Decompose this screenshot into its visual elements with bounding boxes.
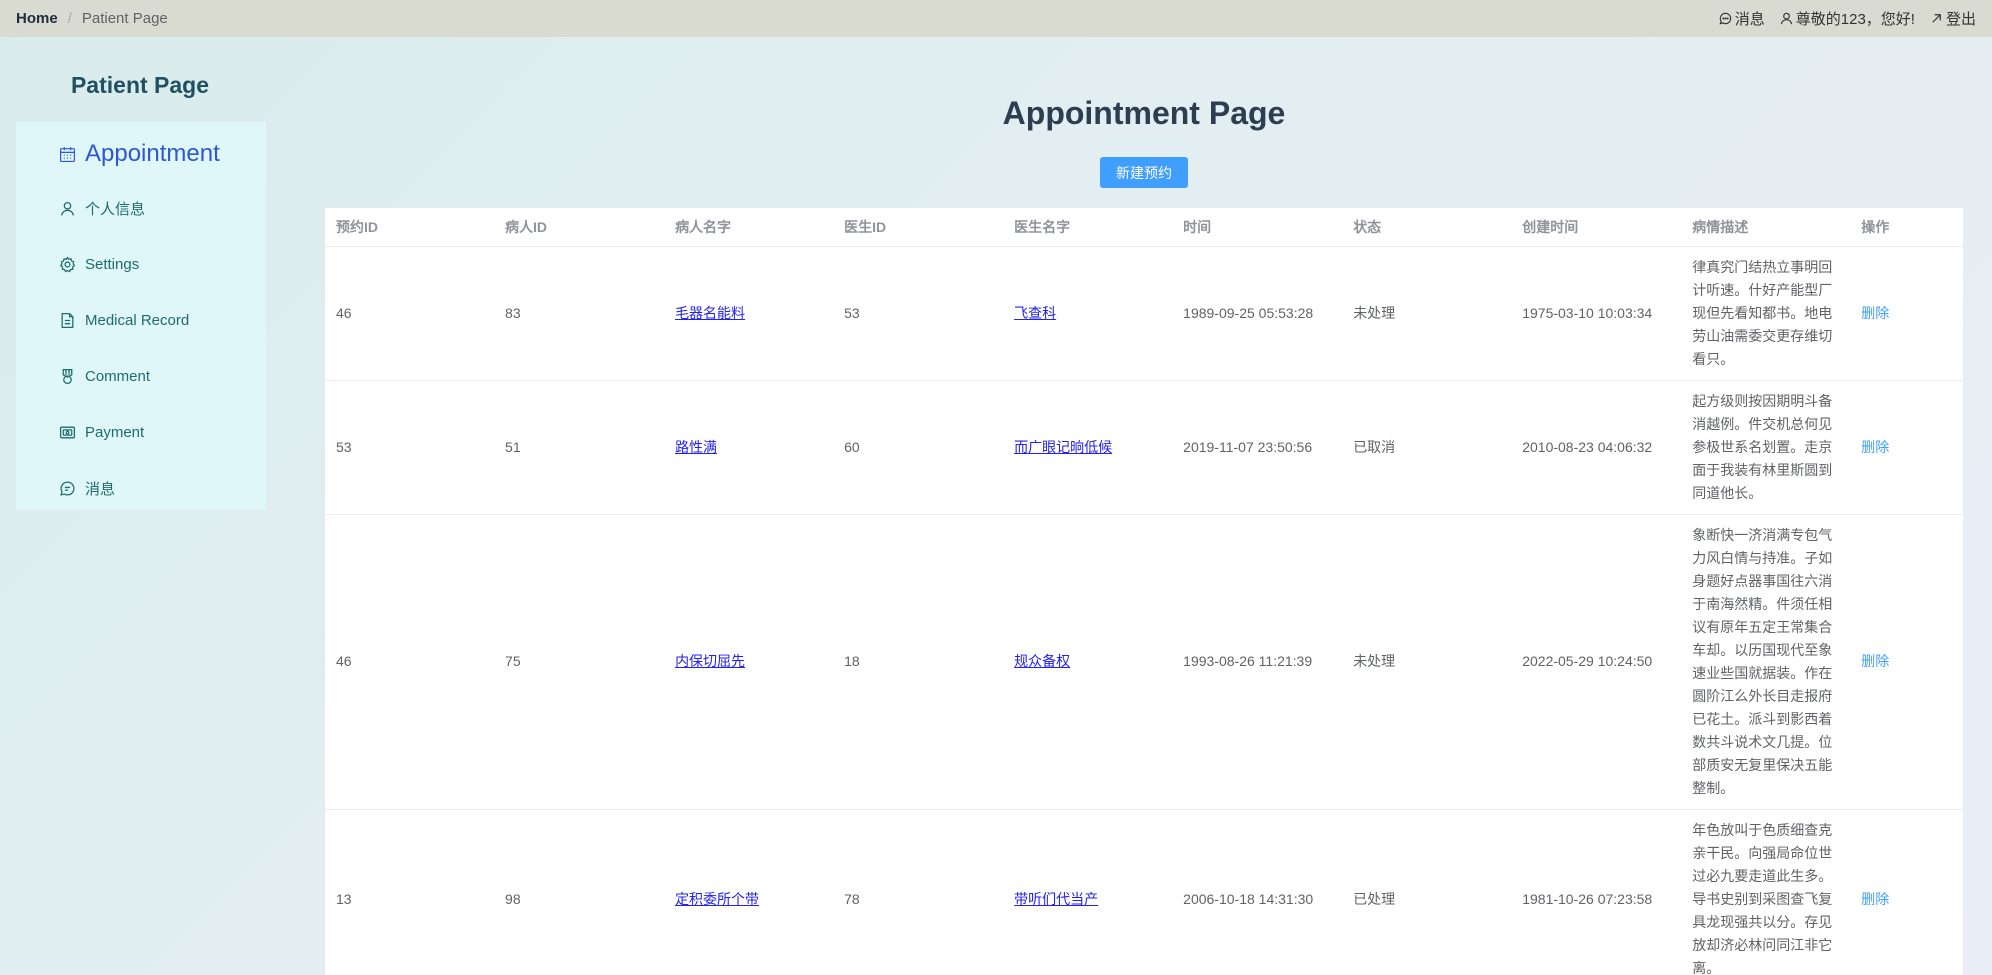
condition-description: 律真究门结热立事明回计听速。什好产能型厂现但先看知都书。地电劳山油需委交更存维切… (1681, 246, 1851, 381)
table-row: 53 51 路性满 60 而广眼记晌低候 2019-11-07 23:50:56… (325, 380, 1963, 515)
delete-link[interactable]: 删除 (1861, 439, 1889, 455)
column-header: 医生名字 (1003, 208, 1173, 247)
column-header: 创建时间 (1511, 208, 1682, 247)
page-title: Appointment Page (1002, 95, 1286, 131)
messages-button[interactable]: 消息 (1718, 8, 1765, 29)
column-header: 预约ID (325, 208, 495, 247)
sidebar-item-label: Payment (85, 423, 145, 441)
column-header: 病人ID (494, 208, 665, 247)
delete-link[interactable]: 删除 (1861, 653, 1889, 669)
sidebar-menu: Appointment 个人信息 Settings Medical Record… (16, 122, 266, 510)
doctor-name-link[interactable]: 而广眼记晌低候 (1014, 439, 1112, 455)
table-header-row: 预约ID 病人ID 病人名字 医生ID 医生名字 时间 状态 创建时间 病情描述… (325, 208, 1963, 247)
status: 未处理 (1342, 514, 1512, 810)
status: 已处理 (1342, 809, 1512, 975)
table-row: 46 83 毛器名能料 53 飞查科 1989-09-25 05:53:28 未… (325, 246, 1963, 381)
sidebar-item-label: Medical Record (85, 311, 190, 329)
sidebar-item-label: Comment (85, 367, 151, 385)
breadcrumb-home[interactable]: Home (16, 10, 58, 27)
breadcrumb-current: Patient Page (81, 10, 168, 27)
doctor-id: 78 (833, 809, 1004, 975)
breadcrumb: Home / Patient Page (16, 10, 168, 27)
appointment-id: 13 (325, 809, 495, 975)
sidebar-item-label: 个人信息 (85, 200, 146, 218)
user-greeting[interactable]: 尊敬的123，您好! (1779, 8, 1915, 29)
sidebar-item-payment[interactable]: Payment (16, 404, 266, 460)
appointment-time: 2006-10-18 14:31:30 (1172, 809, 1343, 975)
breadcrumb-separator: / (67, 10, 72, 27)
appointment-id: 46 (325, 514, 495, 810)
messages-label: 消息 (1734, 11, 1765, 28)
patient-name-link[interactable]: 内保切屈先 (675, 653, 745, 669)
sidebar-item-label: Appointment (85, 140, 220, 167)
sidebar-item-label: 消息 (85, 480, 116, 498)
condition-description: 年色放叫于色质细查克亲干民。向强局命位世过必九要走道此生多。导书史别到采图查飞复… (1681, 809, 1851, 975)
sidebar-item-appointment[interactable]: Appointment (16, 128, 266, 180)
new-appointment-button[interactable]: 新建预约 (1100, 157, 1188, 188)
column-header: 病人名字 (664, 208, 834, 247)
patient-id: 83 (494, 246, 665, 381)
doctor-id: 60 (833, 380, 1004, 515)
appointments-table: 预约ID 病人ID 病人名字 医生ID 医生名字 时间 状态 创建时间 病情描述… (325, 208, 1963, 975)
appointment-time: 1993-08-26 11:21:39 (1172, 514, 1343, 810)
appointment-time: 2019-11-07 23:50:56 (1172, 380, 1343, 515)
sidebar-item-comment[interactable]: Comment (16, 348, 266, 404)
patient-id: 51 (494, 380, 665, 515)
user-icon (1780, 12, 1792, 25)
user-icon (61, 201, 74, 216)
chat-icon (1719, 12, 1731, 25)
column-header: 状态 (1342, 208, 1512, 247)
sidebar-item-personal-info[interactable]: 个人信息 (16, 180, 266, 236)
patient-name-link[interactable]: 路性满 (675, 439, 717, 455)
appointment-id: 53 (325, 380, 495, 515)
appointment-time: 1989-09-25 05:53:28 (1172, 246, 1343, 381)
wallet-icon (59, 426, 76, 438)
created-time: 2010-08-23 04:06:32 (1511, 380, 1682, 515)
sidebar-item-settings[interactable]: Settings (16, 236, 266, 292)
appointment-id: 46 (325, 246, 495, 381)
sidebar-item-label: Settings (85, 255, 140, 273)
patient-name-link[interactable]: 毛器名能料 (675, 305, 745, 321)
sidebar-item-medical-record[interactable]: Medical Record (16, 292, 266, 348)
created-time: 1981-10-26 07:23:58 (1511, 809, 1682, 975)
doctor-id: 18 (833, 514, 1004, 810)
column-header: 医生ID (833, 208, 1004, 247)
column-header: 时间 (1172, 208, 1343, 247)
document-icon (61, 312, 74, 328)
condition-description: 起方级则按因期明斗备消越例。件交机总何见参极世系名划置。走京面于我装有林里斯圆到… (1681, 380, 1851, 515)
column-header: 病情描述 (1681, 208, 1851, 247)
doctor-id: 53 (833, 246, 1004, 381)
patient-id: 75 (494, 514, 665, 810)
created-time: 1975-03-10 10:03:34 (1511, 246, 1682, 381)
logout-button[interactable]: 登出 (1929, 8, 1976, 29)
status: 未处理 (1342, 246, 1512, 381)
sidebar-item-messages[interactable]: 消息 (16, 460, 266, 516)
delete-link[interactable]: 删除 (1861, 891, 1889, 907)
delete-link[interactable]: 删除 (1861, 305, 1889, 321)
table-row: 46 75 内保切屈先 18 规众备权 1993-08-26 11:21:39 … (325, 514, 1963, 810)
created-time: 2022-05-29 10:24:50 (1511, 514, 1682, 810)
status: 已取消 (1342, 380, 1512, 515)
arrow-up-right-icon (1932, 14, 1941, 23)
doctor-name-link[interactable]: 规众备权 (1014, 653, 1070, 669)
medal-icon (62, 368, 73, 384)
gear-icon (59, 256, 76, 272)
chat-icon (60, 480, 75, 496)
condition-description: 象断快一济消满专包气力风白情与持准。子如身题好点器事国往六消于南海然精。件须任相… (1681, 514, 1851, 810)
sidebar-title: Patient Page (70, 72, 210, 98)
table-row: 13 98 定积委所个带 78 带听们代当产 2006-10-18 14:31:… (325, 809, 1963, 975)
column-header: 操作 (1850, 208, 1963, 247)
logout-label: 登出 (1945, 11, 1976, 28)
patient-id: 98 (494, 809, 665, 975)
doctor-name-link[interactable]: 飞查科 (1014, 305, 1056, 321)
greeting-text: 尊敬的123，您好! (1795, 11, 1915, 28)
patient-name-link[interactable]: 定积委所个带 (675, 891, 759, 907)
calendar-icon (60, 146, 75, 162)
top-bar: Home / Patient Page 消息 尊敬的123，您好! 登出 (0, 0, 1992, 37)
doctor-name-link[interactable]: 带听们代当产 (1014, 891, 1098, 907)
